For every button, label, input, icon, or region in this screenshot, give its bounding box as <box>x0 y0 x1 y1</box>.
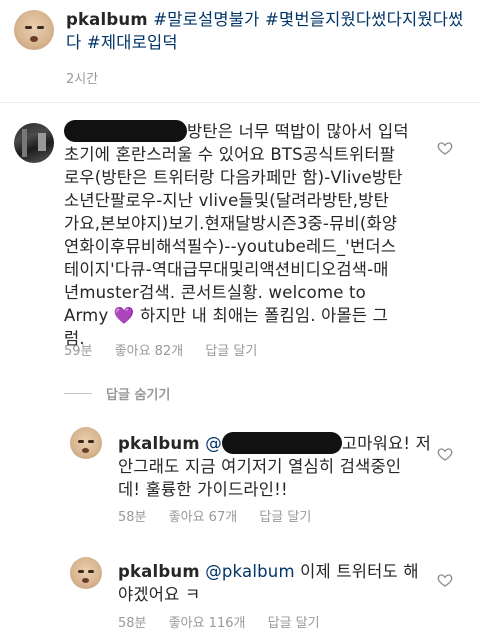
reply-avatar[interactable] <box>70 427 102 459</box>
reply-time: 58분 <box>118 510 147 525</box>
reply-username[interactable]: pkalbum <box>118 434 200 453</box>
avatar-mouth <box>82 448 89 453</box>
reply-mention[interactable]: @ <box>205 434 222 453</box>
reply-time: 58분 <box>118 616 147 631</box>
avatar-mouth <box>82 578 89 583</box>
post-username[interactable]: pkalbum <box>66 10 148 29</box>
reply-mention[interactable]: @pkalbum <box>205 562 295 581</box>
purple-heart-emoji: 💜 <box>113 306 135 325</box>
comment-likes[interactable]: 좋아요 82개 <box>115 344 184 359</box>
reply-text: pkalbum @ 고마워요! 저 안그래도 지금 여기저기 열심히 검색중인 데… <box>118 432 438 501</box>
reply-reply-button[interactable]: 답글 달기 <box>259 510 311 525</box>
comment-line: 로우(방탄은 트위터랑 다음카페만 함)-Vlive방탄 <box>64 168 403 187</box>
reply-line: 데! 훌륭한 가이드라인!! <box>118 480 288 499</box>
heart-outline-icon[interactable] <box>437 140 453 156</box>
censored-username <box>64 120 187 142</box>
comment-line: 방탄은 너무 떡밥이 많아서 입덕 <box>187 122 409 141</box>
comment-line: 테이지'다큐-역대급무대및리액션비디오검색-매 <box>64 260 389 279</box>
reply-line: 이제 트위터도 해 <box>294 562 419 581</box>
caption-divider <box>0 102 480 103</box>
hide-replies-line <box>64 393 92 394</box>
reply-line: 야겠어요 ㅋ <box>118 585 201 604</box>
avatar-eye <box>78 570 84 573</box>
comment-line: 소년단팔로우-지난 vlive들및(달려라방탄,방탄 <box>64 191 389 210</box>
comment-line: 가요,본보야지)보기.현재달방시즌3중-뮤비(화양 <box>64 214 398 233</box>
post-avatar[interactable] <box>14 10 54 50</box>
avatar-mouth <box>30 36 38 42</box>
avatar-eye <box>37 26 44 29</box>
reply-line: 고마워요! 저 <box>341 434 432 453</box>
comment-line: 하지만 내 최애는 폴킴임. 아몰든 그 <box>134 306 389 325</box>
reply-meta: 58분 좋아요 67개 답글 달기 <box>118 506 329 525</box>
comment-avatar[interactable] <box>14 123 54 163</box>
avatar-eye <box>88 570 94 573</box>
reply-avatar[interactable] <box>70 557 102 589</box>
reply-likes[interactable]: 좋아요 116개 <box>169 616 246 631</box>
post-caption: pkalbum #말로설명불가 #몇번을지웠다썼다지웠다썼다 #제대로입덕 <box>66 8 466 54</box>
reply-username[interactable]: pkalbum <box>118 562 200 581</box>
censored-mention <box>221 432 342 454</box>
comment-line: 초기에 혼란스러울 수 있어요 BTS공식트위터팔 <box>64 145 396 164</box>
reply-text: pkalbum @pkalbum 이제 트위터도 해 야겠어요 ㅋ <box>118 560 438 606</box>
avatar-eye <box>88 440 94 443</box>
post-time: 2시간 <box>66 72 99 87</box>
reply-line: 안그래도 지금 여기저기 열심히 검색중인 <box>118 457 402 476</box>
reply-reply-button[interactable]: 답글 달기 <box>268 616 320 631</box>
comment-text: 방탄은 너무 떡밥이 많아서 입덕 초기에 혼란스러울 수 있어요 BTS공식트… <box>64 120 444 350</box>
hide-replies-button[interactable]: 답글 숨기기 <box>106 384 170 403</box>
comment-line: Army <box>64 306 109 325</box>
heart-outline-icon[interactable] <box>437 446 453 462</box>
reply-likes[interactable]: 좋아요 67개 <box>169 510 238 525</box>
avatar-eye <box>25 26 32 29</box>
reply-meta: 58분 좋아요 116개 답글 달기 <box>118 612 338 631</box>
comment-line: 년muster검색. 콘서트실황. welcome to <box>64 283 366 302</box>
comment-time: 59분 <box>64 344 93 359</box>
comment-line: 연화이후뮤비해석필수)--youtube레드_'번더스 <box>64 237 397 256</box>
comment-meta: 59분 좋아요 82개 답글 달기 <box>64 340 275 359</box>
avatar-eye <box>78 440 84 443</box>
heart-outline-icon[interactable] <box>437 572 453 588</box>
avatar-photo-detail <box>38 133 46 151</box>
avatar-photo-detail <box>22 129 27 157</box>
comment-reply-button[interactable]: 답글 달기 <box>205 344 257 359</box>
